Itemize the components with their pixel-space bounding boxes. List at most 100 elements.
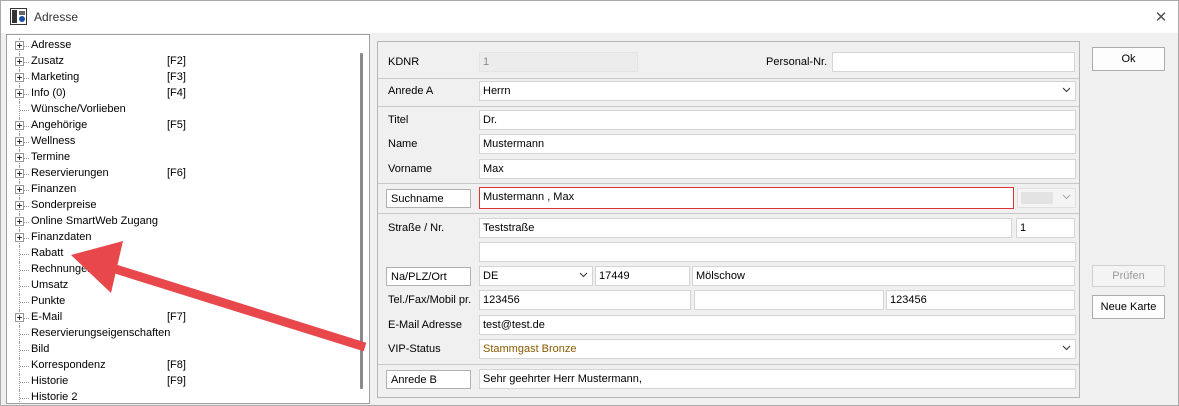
strasse2-field[interactable] (479, 242, 1076, 262)
tree-item[interactable]: Reservierungseigenschaften (7, 326, 347, 342)
plz-field[interactable]: 17449 (595, 266, 690, 286)
tree-connector (19, 390, 20, 403)
tree-item[interactable]: Sonderpreise (7, 198, 347, 214)
tree-item-shortcut: [F9] (167, 375, 186, 387)
tree-item-label: Finanzdaten (31, 231, 92, 243)
kdnr-label: KDNR (388, 56, 420, 68)
tree-connector (20, 350, 29, 351)
strasse-label: Straße / Nr. (388, 222, 445, 234)
anrede-b-button[interactable]: Anrede B (386, 370, 471, 389)
tree-item-label: Punkte (31, 295, 66, 307)
expand-icon[interactable] (15, 217, 24, 226)
name-label: Name (388, 138, 418, 150)
tree-item[interactable]: Wellness (7, 134, 347, 150)
tree-item[interactable]: Online SmartWeb Zugang (7, 214, 347, 230)
expand-icon[interactable] (15, 137, 24, 146)
plz-button[interactable]: Na/PLZ/Ort (386, 267, 471, 286)
tree-item[interactable]: Marketing [F3] (7, 70, 347, 86)
tree-item[interactable]: Angehörige [F5] (7, 118, 347, 134)
separator (378, 213, 1079, 214)
tree-scrollbar[interactable] (360, 53, 363, 389)
tree-connector (20, 270, 29, 271)
email-field[interactable]: test@test.de (479, 315, 1076, 335)
vorname-label: Vorname (388, 163, 433, 175)
tree-item-shortcut: [F6] (167, 167, 186, 179)
personal-nr-field[interactable] (832, 52, 1075, 72)
titel-field[interactable]: Dr. (479, 110, 1076, 130)
tree-item[interactable]: Umsatz (7, 278, 347, 294)
tree-item[interactable]: Zusatz [F2] (7, 54, 347, 70)
tree-item-shortcut: [F3] (167, 71, 186, 83)
pruefen-button[interactable]: Prüfen (1092, 265, 1165, 287)
expand-icon[interactable] (15, 185, 24, 194)
neue-karte-button[interactable]: Neue Karte (1092, 295, 1165, 319)
anrede-b-field[interactable]: Sehr geehrter Herr Mustermann, (479, 369, 1076, 389)
close-icon[interactable]: ✕ (1150, 6, 1172, 28)
tree-item-label: Angehörige (31, 119, 88, 131)
suchname-field[interactable]: Mustermann , Max (479, 187, 1014, 209)
tel-field[interactable]: 123456 (479, 290, 691, 310)
expand-icon[interactable] (15, 41, 24, 50)
tree-item-label: Adresse (31, 39, 72, 51)
hausnr-field[interactable]: 1 (1016, 218, 1075, 238)
tree-item[interactable]: Finanzen (7, 182, 347, 198)
tree-item[interactable]: Finanzdaten (7, 230, 347, 246)
separator (378, 78, 1079, 79)
tree-item[interactable]: Rechnungen (7, 262, 347, 278)
tree-connector (20, 254, 29, 255)
navigation-tree: Adresse Zusatz [F2] Marketing [F3] Info (0) [F… (6, 34, 370, 404)
expand-icon[interactable] (15, 169, 24, 178)
tree-connector (20, 366, 29, 367)
tree-item-shortcut: [F2] (167, 55, 186, 67)
chevron-down-icon (1062, 87, 1071, 93)
name-field[interactable]: Mustermann (479, 134, 1076, 154)
expand-icon[interactable] (15, 233, 24, 242)
tree-item[interactable]: Korrespondenz [F8] (7, 358, 347, 374)
strasse-field[interactable]: Teststraße (479, 218, 1012, 238)
tree-connector (20, 110, 29, 111)
personal-nr-label: Personal-Nr. (766, 56, 828, 68)
tree-item[interactable]: Reservierungen [F6] (7, 166, 347, 182)
window-title: Adresse (34, 10, 79, 24)
expand-icon[interactable] (15, 57, 24, 66)
tree-item[interactable]: Historie [F9] (7, 374, 347, 390)
tree-item[interactable]: Bild (7, 342, 347, 358)
tree-item[interactable]: Punkte (7, 294, 347, 310)
separator (378, 364, 1079, 365)
expand-icon[interactable] (15, 73, 24, 82)
kdnr-field: 1 (479, 52, 638, 72)
chevron-down-icon (579, 272, 588, 278)
tree-item[interactable]: Adresse (7, 38, 347, 54)
country-select[interactable]: DE (479, 266, 593, 286)
fax-field[interactable] (694, 290, 884, 310)
tree-item[interactable]: E-Mail [F7] (7, 310, 347, 326)
tree-item-label: Zusatz (31, 55, 65, 67)
chevron-down-icon (1062, 194, 1071, 200)
tree-item-label: Reservierungen (31, 167, 109, 179)
vorname-field[interactable]: Max (479, 159, 1076, 179)
tree-item[interactable]: Rabatt (7, 246, 347, 262)
ort-field[interactable]: Mölschow (692, 266, 1075, 286)
vip-select[interactable]: Stammgast Bronze (479, 339, 1076, 359)
tree-item[interactable]: Info (0) [F4] (7, 86, 347, 102)
expand-icon[interactable] (15, 313, 24, 322)
tree-connector (20, 302, 29, 303)
suchname-select[interactable] (1017, 188, 1076, 208)
expand-icon[interactable] (15, 201, 24, 210)
tree-item-shortcut: [F8] (167, 359, 186, 371)
tree-item[interactable]: Historie 2 (7, 390, 347, 403)
tree-item[interactable]: Termine (7, 150, 347, 166)
anrede-a-select[interactable]: Herrn (479, 81, 1076, 101)
mobil-field[interactable]: 123456 (886, 290, 1075, 310)
tree-item-label: Info (0) (31, 87, 66, 99)
ok-button[interactable]: Ok (1092, 47, 1165, 71)
expand-icon[interactable] (15, 89, 24, 98)
tree-item[interactable]: Wünsche/Vorlieben (7, 102, 347, 118)
expand-icon[interactable] (15, 121, 24, 130)
chevron-down-icon (1062, 345, 1071, 351)
tree-item-label: Sonderpreise (31, 199, 97, 211)
expand-icon[interactable] (15, 153, 24, 162)
tree-item-label: Marketing (31, 71, 80, 83)
tree-connector (20, 382, 29, 383)
suchname-button[interactable]: Suchname (386, 189, 471, 208)
